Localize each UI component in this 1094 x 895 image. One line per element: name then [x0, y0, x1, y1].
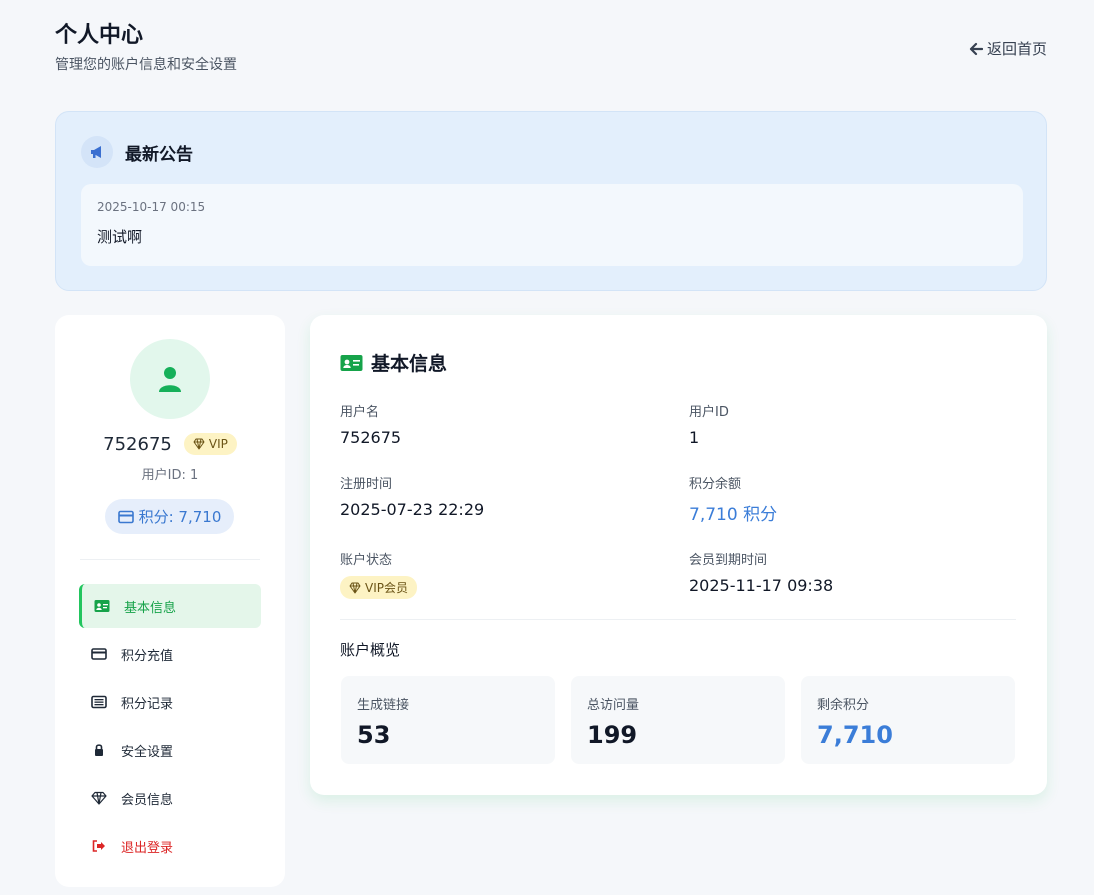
menu-item-logout[interactable]: 退出登录 [79, 824, 261, 868]
announcement-text: 测试啊 [97, 228, 143, 246]
stat-label: 总访问量 [587, 698, 640, 713]
userid-field: 用户ID 1 [689, 401, 729, 447]
announcement-title: 最新公告 [125, 144, 193, 165]
username-label: 用户名 [340, 405, 380, 420]
announcement-item: 2025-10-17 00:15 测试啊 [81, 184, 1023, 266]
points-balance-value: 7,710 积分 [689, 505, 778, 525]
back-home-label: 返回首页 [986, 40, 1047, 58]
menu-label: 会员信息 [121, 792, 174, 808]
logout-icon [92, 840, 105, 852]
points-balance-label: 积分余额 [689, 477, 742, 492]
userid-label: 用户ID [689, 405, 729, 420]
membership-expire-value: 2025-11-17 09:38 [689, 576, 834, 595]
points-balance-field: 积分余额 7,710 积分 [689, 473, 777, 525]
userid-value: 1 [689, 428, 700, 447]
stat-value: 53 [357, 721, 391, 749]
stat-label: 剩余积分 [817, 698, 870, 713]
menu-item-membership[interactable]: 会员信息 [79, 776, 261, 820]
username-field: 用户名 752675 [340, 401, 401, 447]
stat-value: 7,710 [817, 721, 893, 749]
menu-item-points-history[interactable]: 积分记录 [79, 680, 261, 724]
menu-label: 退出登录 [121, 840, 174, 856]
points-pill: 积分: 7,710 [105, 499, 234, 534]
username: 752675 [103, 433, 172, 455]
menu-item-basic-info[interactable]: 基本信息 [79, 584, 261, 628]
lock-icon [95, 744, 103, 756]
register-time-field: 注册时间 2025-07-23 22:29 [340, 473, 484, 519]
sidebar-divider [80, 559, 260, 560]
basic-info-header: 基本信息 [340, 349, 447, 376]
register-time-value: 2025-07-23 22:29 [340, 500, 485, 519]
announcement-panel: 最新公告 2025-10-17 00:15 测试啊 [55, 111, 1047, 291]
profile-sidebar: 752675 VIP 用户ID: 1 积分: 7,710 基本信息 积分充值 积… [55, 315, 285, 887]
diamond-icon [193, 438, 205, 450]
credit-card-icon [117, 510, 134, 523]
sidebar-menu: 基本信息 积分充值 积分记录 安全设置 会员信息 退出登录 [79, 584, 261, 872]
page-title: 个人中心 [55, 23, 144, 48]
user-icon [159, 367, 181, 392]
username-value: 752675 [340, 428, 402, 447]
credit-card-icon [91, 648, 107, 660]
stat-label: 生成链接 [357, 698, 410, 713]
account-status-field: 账户状态 VIP会员 [340, 549, 417, 599]
menu-label: 积分充值 [121, 648, 174, 664]
menu-label: 基本信息 [124, 600, 177, 616]
basic-info-title: 基本信息 [371, 353, 448, 375]
vip-badge: VIP [183, 433, 237, 455]
account-status-label: 账户状态 [340, 553, 393, 568]
id-card-icon [94, 600, 110, 612]
vip-label: VIP [208, 437, 228, 451]
user-name-row: 752675 VIP [55, 433, 285, 455]
announcement-date: 2025-10-17 00:15 [97, 200, 206, 214]
avatar [130, 339, 210, 419]
stat-remaining-points: 剩余积分 7,710 [801, 676, 1015, 764]
back-home-link[interactable]: 返回首页 [969, 38, 1047, 59]
menu-item-points-recharge[interactable]: 积分充值 [79, 632, 261, 676]
page-subtitle: 管理您的账户信息和安全设置 [55, 57, 237, 73]
list-icon [91, 695, 107, 709]
stat-total-visits: 总访问量 199 [571, 676, 785, 764]
stat-links-generated: 生成链接 53 [341, 676, 555, 764]
menu-item-security[interactable]: 安全设置 [79, 728, 261, 772]
page-header: 个人中心 管理您的账户信息和安全设置 返回首页 [55, 20, 1047, 82]
announcement-header: 最新公告 [81, 136, 193, 168]
menu-label: 安全设置 [121, 744, 174, 760]
basic-info-card: 基本信息 用户名 752675 用户ID 1 注册时间 2025-07-23 2… [310, 315, 1047, 795]
diamond-icon [349, 582, 361, 593]
register-time-label: 注册时间 [340, 477, 393, 492]
overview-title: 账户概览 [340, 641, 401, 659]
megaphone-icon [81, 136, 113, 168]
stat-value: 199 [587, 721, 638, 749]
diamond-icon [91, 791, 107, 805]
vip-status-label: VIP会员 [365, 581, 408, 595]
arrow-left-icon [969, 42, 983, 55]
overview-divider [340, 619, 1016, 620]
id-card-icon [340, 354, 363, 371]
membership-expire-label: 会员到期时间 [689, 553, 768, 568]
membership-expire-field: 会员到期时间 2025-11-17 09:38 [689, 549, 833, 595]
vip-status-badge: VIP会员 [340, 576, 417, 599]
points-text: 积分: 7,710 [138, 508, 222, 526]
menu-label: 积分记录 [121, 696, 174, 712]
user-id-text: 用户ID: 1 [141, 468, 199, 483]
